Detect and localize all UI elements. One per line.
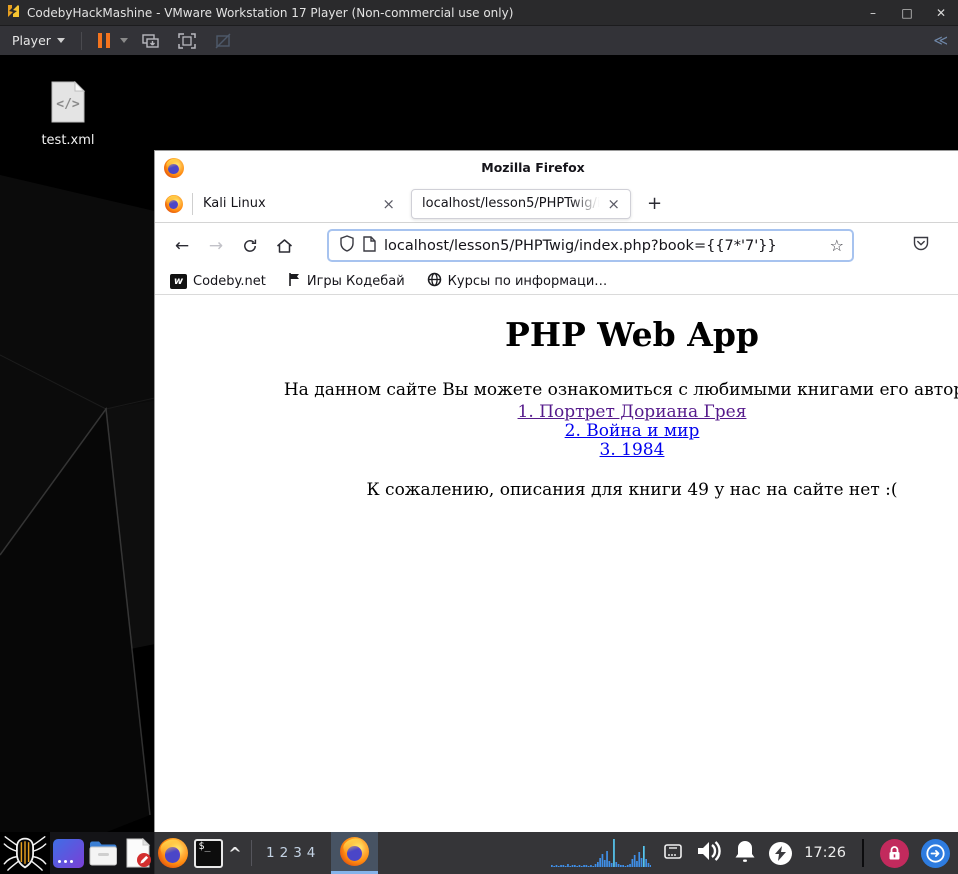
close-button[interactable]: ✕ xyxy=(924,0,958,25)
desktop-file-test-xml[interactable]: </> test.xml xyxy=(28,80,108,148)
pause-dropdown-icon[interactable] xyxy=(119,38,128,43)
workspace-2[interactable]: 2 xyxy=(280,845,289,861)
logout-icon[interactable] xyxy=(921,838,950,868)
chevron-down-icon xyxy=(56,38,65,43)
desktop-file-label: test.xml xyxy=(41,133,95,148)
shield-icon[interactable] xyxy=(339,235,355,256)
flag-icon xyxy=(288,272,301,291)
forward-button: → xyxy=(208,235,224,256)
url-bar[interactable]: localhost/lesson5/PHPTwig/index.php?book… xyxy=(327,229,854,262)
home-icon[interactable] xyxy=(267,230,301,262)
send-to-display-icon[interactable] xyxy=(138,30,164,52)
clock[interactable]: 17:26 xyxy=(804,845,846,861)
vmware-toolbar: Player ≪ xyxy=(0,26,958,55)
workspace-1[interactable]: 1 xyxy=(266,845,275,861)
tab-divider xyxy=(192,192,193,215)
vmware-window-title: CodebyHackMashine - VMware Workstation 1… xyxy=(27,5,514,20)
network-graph xyxy=(551,834,652,872)
book-link-3[interactable]: 3. 1984 xyxy=(155,441,958,460)
bookmark-courses[interactable]: Курсы по информаци… xyxy=(427,272,608,291)
bookmarks-toolbar: w Codeby.net Игры Кодебай Курсы по инфор… xyxy=(155,268,958,295)
player-menu[interactable]: Player xyxy=(8,31,69,50)
globe-icon xyxy=(427,272,442,291)
tab-kali-linux[interactable]: Kali Linux × xyxy=(195,185,407,222)
vmware-logo-icon xyxy=(5,3,21,23)
text-editor-button[interactable] xyxy=(121,832,155,874)
firefox-icon xyxy=(340,837,370,866)
url-input[interactable]: localhost/lesson5/PHPTwig/index.php?book… xyxy=(384,238,822,254)
firefox-titlebar[interactable]: Mozilla Firefox xyxy=(155,151,958,185)
pocket-icon[interactable] xyxy=(912,235,930,256)
tab-localhost-active[interactable]: localhost/lesson5/PHPTwig/i × xyxy=(411,188,631,219)
firefox-icon xyxy=(158,838,188,868)
book-link-1[interactable]: 1. Портрет Дориана Грея xyxy=(155,403,958,422)
intro-text: На данном сайте Вы можете ознакомиться с… xyxy=(283,380,958,400)
bookmark-games[interactable]: Игры Кодебай xyxy=(288,272,405,291)
panel-divider xyxy=(251,840,252,866)
firefox-logo-icon xyxy=(164,158,184,178)
bookmark-star-icon[interactable]: ☆ xyxy=(830,236,844,255)
svg-text:</>: </> xyxy=(56,97,80,112)
close-tab-icon[interactable]: × xyxy=(378,195,399,213)
ethernet-icon[interactable] xyxy=(663,843,683,864)
unity-mode-icon-disabled xyxy=(210,30,236,52)
vm-desktop: </> test.xml Mozilla Firefox Kali Linux … xyxy=(0,55,958,874)
close-tab-icon[interactable]: × xyxy=(603,195,624,213)
file-manager-button[interactable] xyxy=(86,832,120,874)
navigation-toolbar: ← → localhost/lesson5/PHPTwig/index.php?… xyxy=(155,223,958,268)
firefox-favicon xyxy=(165,194,183,213)
vmware-player-window: CodebyHackMashine - VMware Workstation 1… xyxy=(0,0,958,874)
not-found-message: К сожалению, описания для книги 49 у нас… xyxy=(366,480,898,500)
bookmark-codeby[interactable]: w Codeby.net xyxy=(170,273,266,289)
page-title: PHP Web App xyxy=(505,315,759,354)
volume-icon[interactable] xyxy=(695,839,721,867)
fullscreen-icon[interactable] xyxy=(174,30,200,52)
panel-expand-button[interactable]: ^ xyxy=(225,832,245,874)
xml-file-icon: </> xyxy=(51,80,86,123)
kali-dragon-icon xyxy=(3,836,47,871)
firefox-window: Mozilla Firefox Kali Linux × localhost/l… xyxy=(155,151,958,874)
tab-bar: Kali Linux × localhost/lesson5/PHPTwig/i… xyxy=(155,185,958,223)
page-info-icon[interactable] xyxy=(363,235,376,256)
firefox-window-title: Mozilla Firefox xyxy=(481,160,585,175)
reload-icon[interactable] xyxy=(233,230,267,262)
workspace-3[interactable]: 3 xyxy=(293,845,302,861)
vmware-titlebar: CodebyHackMashine - VMware Workstation 1… xyxy=(0,0,958,26)
minimize-button[interactable]: – xyxy=(856,0,890,25)
power-manager-icon[interactable] xyxy=(769,841,793,865)
workspace-4[interactable]: 4 xyxy=(307,845,316,861)
bookmark-label: Игры Кодебай xyxy=(306,273,405,289)
codeby-icon: w xyxy=(170,273,187,289)
new-tab-button[interactable]: + xyxy=(635,193,674,214)
web-page-content: PHP Web App На данном сайте Вы можете оз… xyxy=(155,315,958,500)
workspace-pager[interactable]: 1 2 3 4 xyxy=(258,845,323,861)
tab-label: localhost/lesson5/PHPTwig/i xyxy=(422,196,601,211)
kali-menu-button[interactable] xyxy=(0,832,50,874)
pause-vm-button[interactable] xyxy=(94,33,114,48)
taskbar: $_ ^ 1 2 3 4 17:26 xyxy=(0,832,958,874)
app-finder-icon xyxy=(52,838,84,868)
bookmark-label: Codeby.net xyxy=(193,273,266,289)
firefox-task-button-active[interactable] xyxy=(331,832,379,874)
tray-divider xyxy=(862,839,864,867)
firefox-launcher-button[interactable] xyxy=(156,832,190,874)
text-editor-icon xyxy=(126,838,151,868)
terminal-button[interactable]: $_ xyxy=(191,832,225,874)
folder-icon xyxy=(89,841,117,865)
collapse-toolbar-button[interactable]: ≪ xyxy=(933,33,948,49)
maximize-button[interactable]: □ xyxy=(890,0,924,25)
bookmark-label: Курсы по информаци… xyxy=(447,273,608,289)
player-menu-label: Player xyxy=(12,33,51,48)
app-finder-button[interactable] xyxy=(51,832,85,874)
back-button[interactable]: ← xyxy=(165,230,199,262)
notifications-bell-icon[interactable] xyxy=(733,839,757,868)
terminal-icon: $_ xyxy=(193,838,223,868)
screen-lock-icon[interactable] xyxy=(880,838,909,868)
tab-label: Kali Linux xyxy=(203,196,266,211)
toolbar-divider xyxy=(80,31,82,50)
book-link-2[interactable]: 2. Война и мир xyxy=(155,422,958,441)
